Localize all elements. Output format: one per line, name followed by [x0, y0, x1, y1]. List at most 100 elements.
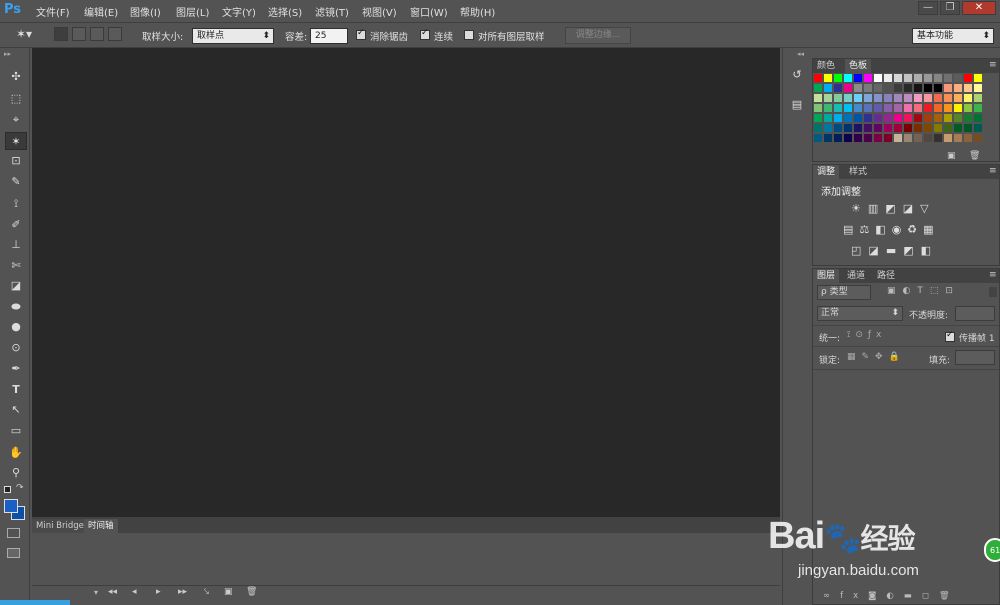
- new-swatch-icon[interactable]: ▣: [947, 151, 956, 161]
- swatch[interactable]: [884, 94, 892, 102]
- swatch[interactable]: [854, 104, 862, 112]
- swatch[interactable]: [964, 134, 972, 142]
- magic-wand-preset-icon[interactable]: ✶▾: [16, 27, 32, 41]
- swatch[interactable]: [924, 94, 932, 102]
- swatch[interactable]: [914, 104, 922, 112]
- move-tool-icon[interactable]: ✣: [5, 68, 27, 86]
- gradient-map-icon[interactable]: ◩: [903, 244, 920, 257]
- swatch[interactable]: [874, 84, 882, 92]
- tab-channels[interactable]: 通道: [843, 269, 869, 283]
- swatch[interactable]: [874, 114, 882, 122]
- refine-edge-button[interactable]: 调整边缘...: [565, 27, 631, 44]
- swatch[interactable]: [944, 94, 952, 102]
- swatch[interactable]: [854, 124, 862, 132]
- smart-object-filter-icon[interactable]: ⊡: [945, 286, 960, 296]
- minimize-button[interactable]: —: [918, 1, 938, 15]
- brush-tool-icon[interactable]: ✐: [5, 216, 27, 234]
- collapse-dock-icon[interactable]: ◂◂: [797, 50, 804, 58]
- swatch[interactable]: [964, 94, 972, 102]
- swatch[interactable]: [914, 84, 922, 92]
- zoom-tool-icon[interactable]: ⚲: [5, 464, 27, 482]
- tab-color[interactable]: 颜色: [813, 59, 839, 73]
- link-layers-icon[interactable]: ∞: [823, 591, 840, 601]
- dodge-tool-icon[interactable]: ⊙: [5, 339, 27, 357]
- swatch[interactable]: [814, 104, 822, 112]
- swatch[interactable]: [864, 74, 872, 82]
- new-group-icon[interactable]: ▬: [904, 591, 922, 601]
- tab-mini-bridge[interactable]: Mini Bridge: [32, 519, 88, 533]
- swatch[interactable]: [954, 84, 962, 92]
- tween-icon[interactable]: ⤥: [204, 587, 209, 597]
- swatch[interactable]: [954, 94, 962, 102]
- vibrance-icon[interactable]: ▽: [920, 202, 935, 215]
- swatch[interactable]: [844, 104, 852, 112]
- swatch[interactable]: [944, 114, 952, 122]
- paint-bucket-tool-icon[interactable]: ⬬: [5, 298, 27, 316]
- swatch[interactable]: [894, 74, 902, 82]
- swatch[interactable]: [964, 74, 972, 82]
- color-lookup-icon[interactable]: ▦: [923, 223, 939, 236]
- layer-filter-select[interactable]: ρ 类型: [817, 285, 871, 300]
- swatch[interactable]: [854, 94, 862, 102]
- photo-filter-icon[interactable]: ◉: [892, 223, 908, 236]
- delete-swatch-icon[interactable]: 🗑: [969, 151, 980, 161]
- type-tool-icon[interactable]: T: [5, 381, 27, 399]
- swatch[interactable]: [814, 124, 822, 132]
- swatch[interactable]: [914, 94, 922, 102]
- all-layers-checkbox[interactable]: [464, 30, 474, 40]
- layer-style-icon[interactable]: fx: [840, 591, 868, 601]
- opacity-input[interactable]: [955, 306, 995, 321]
- adjustment-layer-icon[interactable]: ◐: [886, 591, 903, 601]
- menu-layer[interactable]: 图层(L): [176, 4, 209, 19]
- default-colors-icon[interactable]: [4, 486, 11, 493]
- menu-help[interactable]: 帮助(H): [460, 4, 495, 19]
- swatch[interactable]: [844, 124, 852, 132]
- swatch[interactable]: [824, 134, 832, 142]
- swatch[interactable]: [854, 74, 862, 82]
- marquee-tool-icon[interactable]: ⬚: [5, 90, 27, 108]
- antialias-checkbox[interactable]: [356, 28, 366, 40]
- swatch[interactable]: [834, 124, 842, 132]
- timeline-options-icon[interactable]: ▾: [94, 588, 98, 597]
- swatch[interactable]: [944, 74, 952, 82]
- swatch[interactable]: [954, 104, 962, 112]
- swatch[interactable]: [964, 84, 972, 92]
- eyedropper-tool-icon[interactable]: ✎: [5, 173, 27, 191]
- curves-icon[interactable]: ◩: [885, 202, 902, 215]
- tab-adjustments[interactable]: 调整: [813, 165, 840, 179]
- sample-size-select[interactable]: 取样点 ⬍: [192, 28, 274, 44]
- swatch[interactable]: [834, 134, 842, 142]
- swatch[interactable]: [884, 104, 892, 112]
- brightness-icon[interactable]: ☀: [851, 202, 868, 215]
- type-filter-icon[interactable]: T: [917, 286, 930, 296]
- swatch[interactable]: [824, 84, 832, 92]
- tab-paths[interactable]: 路径: [873, 269, 899, 283]
- swatch[interactable]: [834, 114, 842, 122]
- swatch[interactable]: [884, 114, 892, 122]
- panel-menu-icon[interactable]: ≡: [989, 166, 997, 176]
- swatch[interactable]: [934, 134, 942, 142]
- swatch[interactable]: [854, 114, 862, 122]
- swatch[interactable]: [974, 94, 982, 102]
- menu-view[interactable]: 视图(V): [362, 4, 397, 19]
- path-selection-tool-icon[interactable]: ↖: [5, 401, 27, 419]
- swatch[interactable]: [954, 124, 962, 132]
- swatch[interactable]: [924, 124, 932, 132]
- workspace-select[interactable]: 基本功能 ⬍: [912, 28, 994, 44]
- swatch[interactable]: [874, 94, 882, 102]
- invert-icon[interactable]: ◰: [851, 244, 868, 257]
- swatch[interactable]: [934, 74, 942, 82]
- close-button[interactable]: ✕: [962, 1, 996, 15]
- swatch[interactable]: [824, 104, 832, 112]
- swap-colors-icon[interactable]: ↷: [16, 483, 24, 493]
- add-selection-icon[interactable]: [72, 27, 86, 41]
- duplicate-frame-icon[interactable]: ▣: [224, 587, 233, 597]
- eraser-tool-icon[interactable]: ◪: [5, 277, 27, 295]
- posterize-icon[interactable]: ◪: [868, 244, 885, 257]
- swatch[interactable]: [944, 134, 952, 142]
- swatch[interactable]: [944, 124, 952, 132]
- swatch[interactable]: [914, 114, 922, 122]
- panel-menu-icon[interactable]: ≡: [989, 60, 997, 70]
- swatch[interactable]: [844, 84, 852, 92]
- swatch[interactable]: [874, 124, 882, 132]
